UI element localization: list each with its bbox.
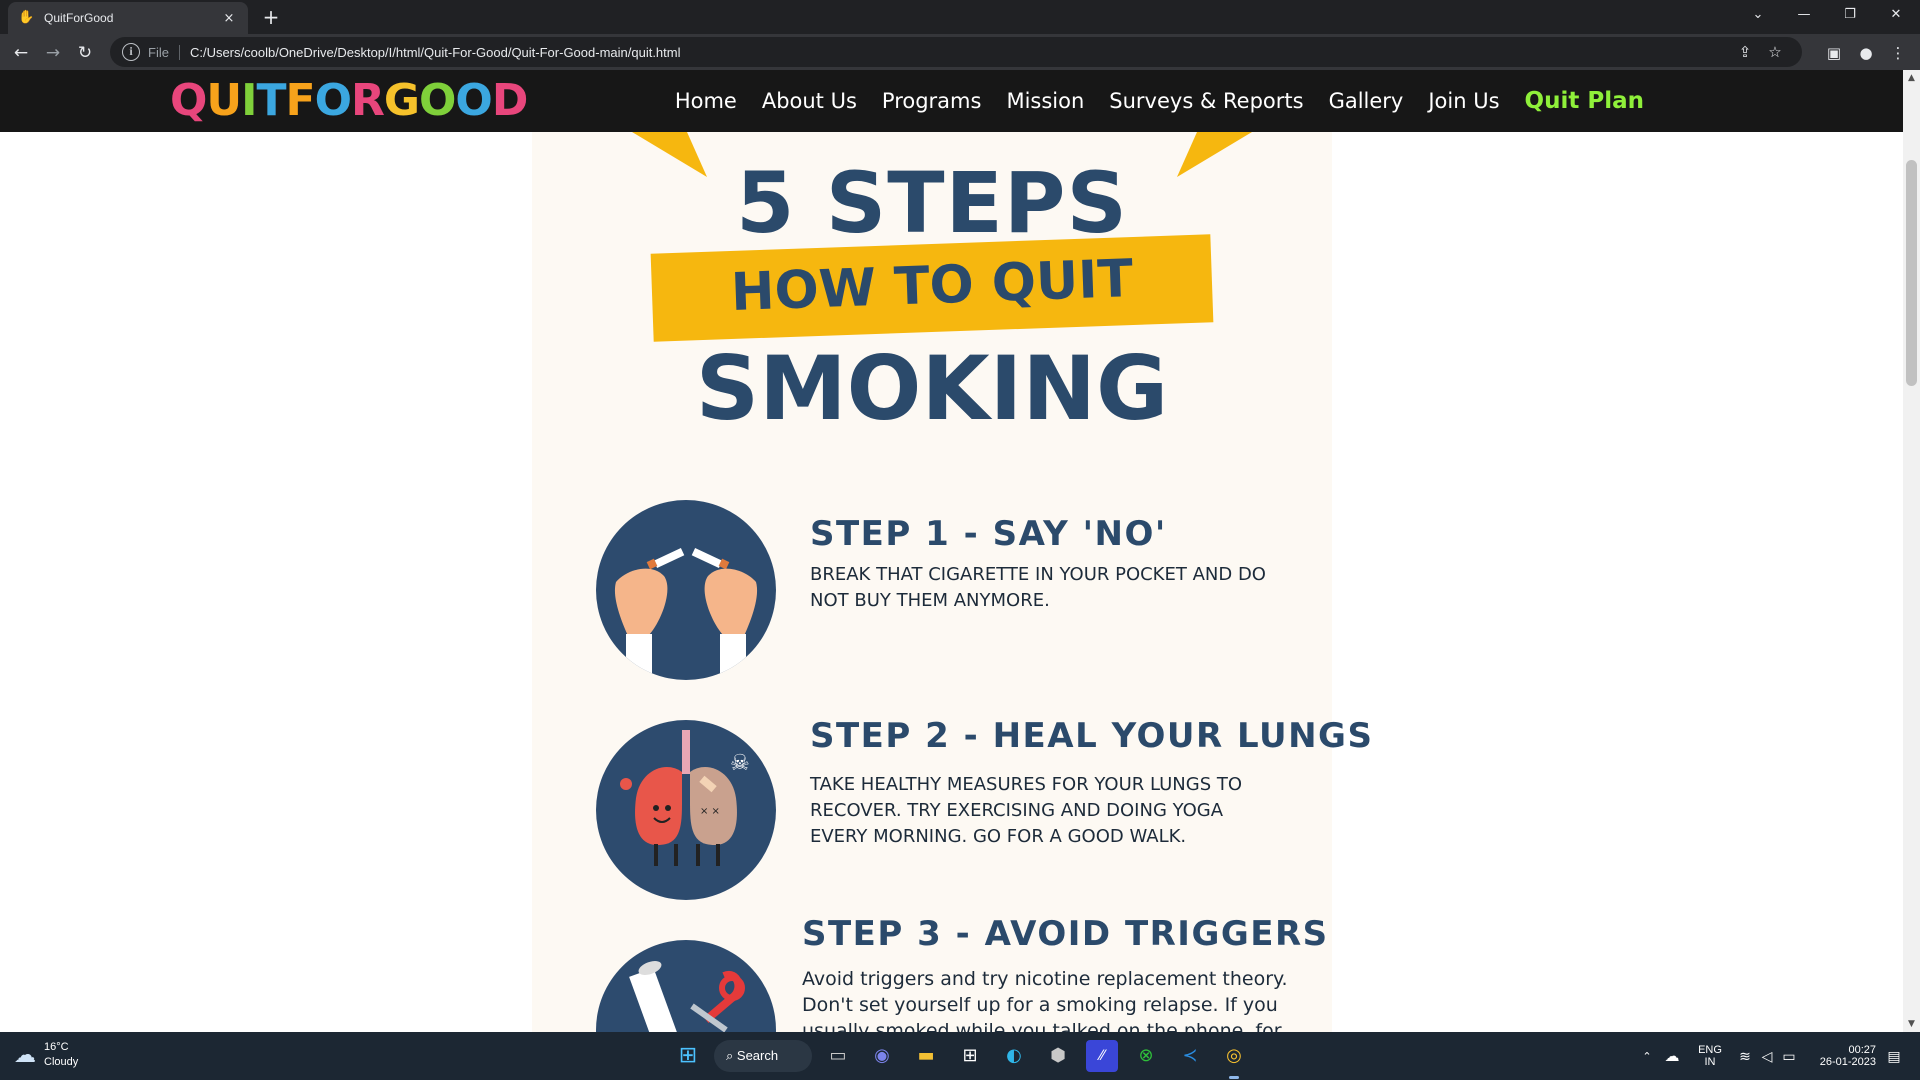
app-hexagon-icon[interactable]: ⬢ (1042, 1040, 1074, 1072)
close-window-button[interactable]: ✕ (1874, 0, 1918, 30)
nav-join-us[interactable]: Join Us (1428, 89, 1499, 113)
file-explorer-icon[interactable]: ▬ (910, 1040, 942, 1072)
step-3-title: STEP 3 - AVOID TRIGGERS (802, 914, 1329, 954)
search-icon: ⌕ (726, 1048, 737, 1063)
weather-temperature: 16°C (44, 1041, 69, 1053)
nav-quit-plan[interactable]: Quit Plan (1525, 88, 1644, 114)
scissors-cigarette-icon (596, 940, 776, 1032)
minimize-button[interactable]: — (1782, 0, 1826, 30)
taskbar-search-label: Search (736, 1048, 779, 1063)
windows-taskbar: ☁ 16°C Cloudy ⊞ ⌕ Search ▭ ◉ ▬ ⊞ ◐ ⬢ ⁄⁄ … (0, 1032, 1920, 1080)
logo-letter: I (241, 75, 257, 126)
nav-about-us[interactable]: About Us (762, 89, 857, 113)
profile-icon[interactable]: ● (1852, 40, 1880, 66)
url-text[interactable]: C:/Users/coolb/OneDrive/Desktop/I/html/Q… (190, 45, 1730, 60)
page-content: 5 STEPS HOW TO QUIT SMOKING STEP 1 - SAY… (0, 132, 1903, 1032)
main-nav: Home About Us Programs Mission Surveys &… (650, 70, 1644, 132)
logo-letter: O (455, 75, 492, 126)
task-view-icon[interactable]: ▭ (822, 1040, 854, 1072)
site-header: QUITFORGOOD Home About Us Programs Missi… (0, 70, 1903, 132)
poster-heading-smoking: SMOKING (695, 337, 1169, 440)
site-info-icon[interactable]: i (122, 43, 140, 61)
logo-letter: U (206, 75, 242, 126)
browser-toolbar: ← → ↻ i File C:/Users/coolb/OneDrive/Des… (0, 34, 1920, 70)
microsoft-store-icon[interactable]: ⊞ (954, 1040, 986, 1072)
reload-button[interactable]: ↻ (72, 40, 98, 66)
active-app-indicator (1229, 1076, 1239, 1079)
scroll-down-arrow-icon[interactable]: ▼ (1903, 1016, 1920, 1032)
app-blue-icon[interactable]: ⁄⁄ (1086, 1040, 1118, 1072)
share-icon[interactable]: ⇪ (1730, 43, 1760, 61)
logo-letter: T (256, 75, 287, 126)
nav-surveys-reports[interactable]: Surveys & Reports (1109, 89, 1303, 113)
address-bar[interactable]: i File C:/Users/coolb/OneDrive/Desktop/I… (110, 37, 1802, 67)
quit-plan-poster: 5 STEPS HOW TO QUIT SMOKING STEP 1 - SAY… (532, 132, 1372, 1032)
chrome-icon[interactable]: ◎ (1218, 1040, 1250, 1072)
page-scrollbar[interactable]: ▲ ▼ (1903, 70, 1920, 1032)
browser-tab[interactable]: ✋ QuitForGood × (8, 2, 248, 34)
logo-letter: G (383, 75, 420, 126)
wifi-icon[interactable]: ≋ (1734, 1032, 1756, 1080)
logo-letter: Q (170, 75, 207, 126)
scroll-up-arrow-icon[interactable]: ▲ (1903, 70, 1920, 86)
logo-letter: O (314, 75, 352, 126)
taskbar-search[interactable]: ⌕ Search (714, 1040, 812, 1072)
xbox-icon[interactable]: ⊗ (1130, 1040, 1162, 1072)
restore-button[interactable]: ❐ (1828, 0, 1872, 30)
broken-cigarette-icon (596, 500, 776, 680)
nav-gallery[interactable]: Gallery (1329, 89, 1404, 113)
new-tab-button[interactable]: + (258, 4, 284, 30)
tab-search-icon[interactable]: ⌄ (1736, 0, 1780, 30)
close-tab-icon[interactable]: × (220, 11, 238, 26)
clock[interactable]: 00:27 26-01-2023 (1806, 1032, 1876, 1080)
step-2-text: TAKE HEALTHY MEASURES FOR YOUR LUNGS TO … (810, 774, 1243, 847)
weather-condition: Cloudy (44, 1056, 79, 1068)
weather-widget[interactable]: ☁ 16°C Cloudy (14, 1040, 78, 1070)
svg-text:☠: ☠ (730, 751, 750, 776)
chat-icon[interactable]: ◉ (866, 1040, 898, 1072)
nav-programs[interactable]: Programs (882, 89, 982, 113)
battery-icon[interactable]: ▭ (1778, 1032, 1800, 1080)
menu-kebab-icon[interactable]: ⋮ (1884, 40, 1912, 66)
scrollbar-thumb[interactable] (1906, 160, 1917, 386)
tab-title: QuitForGood (44, 11, 114, 25)
side-panel-icon[interactable]: ▣ (1820, 40, 1848, 66)
svg-text:× ×: × × (700, 806, 720, 817)
notification-icon[interactable]: ▤ (1882, 1032, 1906, 1080)
nav-mission[interactable]: Mission (1006, 89, 1084, 113)
logo-letter: D (491, 75, 529, 126)
site-favicon-icon: ✋ (18, 10, 35, 25)
onedrive-cloud-icon[interactable]: ☁ (1660, 1032, 1684, 1080)
clock-time: 00:27 (1848, 1044, 1876, 1056)
logo-letter: F (285, 75, 316, 126)
language-code: ENG (1698, 1044, 1722, 1056)
back-button[interactable]: ← (8, 40, 34, 66)
tray-overflow-chevron-icon[interactable]: ⌃ (1636, 1032, 1658, 1080)
language-region: IN (1704, 1056, 1716, 1068)
browser-tab-bar: ✋ QuitForGood × + ⌄ — ❐ ✕ (0, 0, 1920, 34)
step-2-title: STEP 2 - HEAL YOUR LUNGS (810, 716, 1374, 756)
nav-home[interactable]: Home (675, 89, 737, 113)
windows-start-icon[interactable]: ⊞ (672, 1040, 704, 1072)
clock-date: 26-01-2023 (1819, 1056, 1876, 1068)
language-indicator[interactable]: ENG IN (1690, 1032, 1730, 1080)
url-scheme-label: File (148, 44, 180, 60)
lungs-icon: × × ☠ (596, 720, 776, 900)
volume-icon[interactable]: ◁ (1756, 1032, 1778, 1080)
vscode-icon[interactable]: ≺ (1174, 1040, 1206, 1072)
poster-heading-steps: 5 STEPS (736, 154, 1128, 252)
cloud-icon: ☁ (14, 1042, 36, 1068)
logo-letter: R (351, 75, 385, 126)
bookmark-star-icon[interactable]: ☆ (1760, 43, 1790, 61)
site-logo[interactable]: QUITFORGOOD (170, 75, 529, 126)
logo-letter: O (419, 75, 456, 126)
edge-browser-icon[interactable]: ◐ (998, 1040, 1030, 1072)
step-1-text: BREAK THAT CIGARETTE IN YOUR POCKET AND … (810, 564, 1266, 611)
forward-button[interactable]: → (40, 40, 66, 66)
step-3-text: Avoid triggers and try nicotine replacem… (802, 968, 1288, 1032)
step-1-title: STEP 1 - SAY 'NO' (810, 514, 1167, 554)
